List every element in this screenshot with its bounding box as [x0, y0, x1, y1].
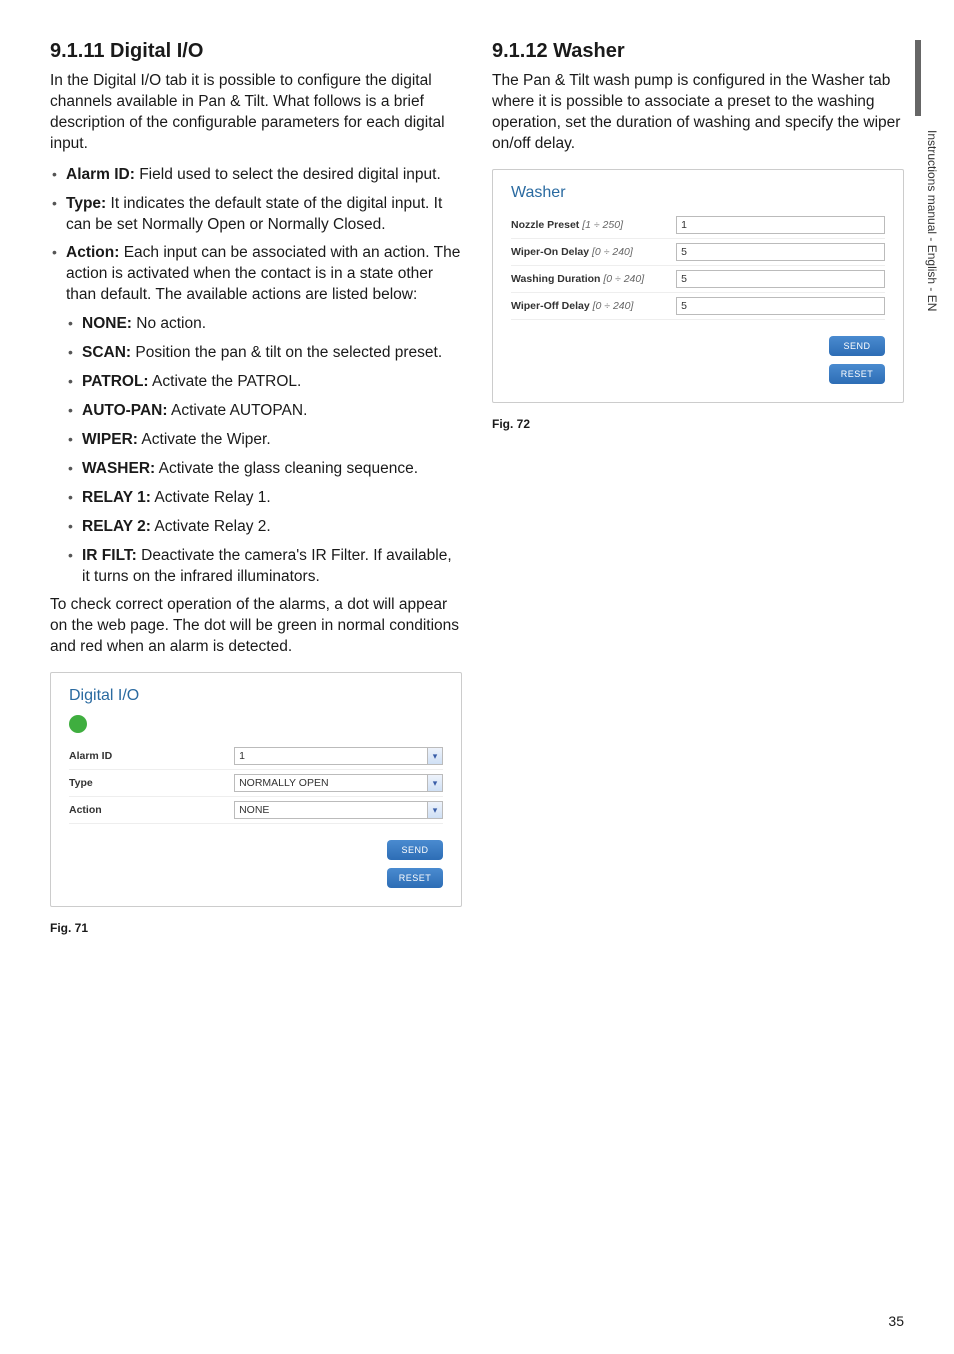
intro-left: In the Digital I/O tab it is possible to…: [50, 71, 462, 155]
list-item: PATROL: Activate the PATROL.: [66, 372, 462, 393]
desc: Activate Relay 2.: [151, 518, 271, 535]
term: RELAY 1:: [82, 489, 151, 506]
list-item: AUTO-PAN: Activate AUTOPAN.: [66, 401, 462, 422]
term: WIPER:: [82, 431, 138, 448]
param-list: Alarm ID: Field used to select the desir…: [50, 165, 462, 588]
form-row-action: Action NONE ▾: [69, 797, 443, 824]
term: IR FILT:: [82, 547, 137, 564]
list-item: Action: Each input can be associated wit…: [50, 243, 462, 587]
desc: No action.: [132, 315, 206, 332]
form-label: Wiper-On Delay [0 ÷ 240]: [511, 246, 668, 258]
side-tab-icon: [915, 40, 921, 116]
section-heading-right: 9.1.12 Washer: [492, 40, 904, 63]
chevron-down-icon: ▾: [427, 774, 443, 792]
list-item: WASHER: Activate the glass cleaning sequ…: [66, 459, 462, 480]
wiper-on-delay-input[interactable]: [676, 243, 885, 261]
desc: Activate the glass cleaning sequence.: [155, 460, 418, 477]
form-row-type: Type NORMALLY OPEN ▾: [69, 770, 443, 797]
form-label: Alarm ID: [69, 750, 226, 762]
desc: It indicates the default state of the di…: [66, 195, 442, 233]
term: Type:: [66, 195, 106, 212]
desc: Each input can be associated with an act…: [66, 244, 460, 303]
select-value: NORMALLY OPEN: [234, 774, 427, 792]
form-label: Action: [69, 804, 226, 816]
select-value: NONE: [234, 801, 427, 819]
desc: Activate AUTOPAN.: [168, 402, 308, 419]
washing-duration-input[interactable]: [676, 270, 885, 288]
term: Alarm ID:: [66, 166, 135, 183]
desc: Deactivate the camera's IR Filter. If av…: [82, 547, 452, 585]
form-row-wiper-on: Wiper-On Delay [0 ÷ 240]: [511, 239, 885, 266]
desc: Activate the Wiper.: [138, 431, 271, 448]
status-dot-icon: [69, 715, 87, 733]
figure-caption: Fig. 72: [492, 417, 904, 431]
form-row-nozzle: Nozzle Preset [1 ÷ 250]: [511, 212, 885, 239]
list-item: RELAY 2: Activate Relay 2.: [66, 517, 462, 538]
chevron-down-icon: ▾: [427, 747, 443, 765]
intro-right: The Pan & Tilt wash pump is configured i…: [492, 71, 904, 155]
desc: Position the pan & tilt on the selected …: [131, 344, 442, 361]
panel-title: Washer: [511, 184, 885, 202]
term: Action:: [66, 244, 119, 261]
list-item: RELAY 1: Activate Relay 1.: [66, 488, 462, 509]
form-row-alarm-id: Alarm ID 1 ▾: [69, 743, 443, 770]
side-label: Instructions manual - English - EN: [925, 130, 939, 311]
alarm-id-select[interactable]: 1 ▾: [234, 747, 443, 765]
list-item: WIPER: Activate the Wiper.: [66, 430, 462, 451]
term: SCAN:: [82, 344, 131, 361]
term: AUTO-PAN:: [82, 402, 168, 419]
wiper-off-delay-input[interactable]: [676, 297, 885, 315]
digital-io-panel: Digital I/O Alarm ID 1 ▾ Type NORMALLY O…: [50, 672, 462, 907]
list-item: Alarm ID: Field used to select the desir…: [50, 165, 462, 186]
desc: Activate the PATROL.: [149, 373, 302, 390]
form-label: Nozzle Preset [1 ÷ 250]: [511, 219, 668, 231]
washer-panel: Washer Nozzle Preset [1 ÷ 250] Wiper-On …: [492, 169, 904, 403]
term: PATROL:: [82, 373, 149, 390]
term: RELAY 2:: [82, 518, 151, 535]
chevron-down-icon: ▾: [427, 801, 443, 819]
desc: Field used to select the desired digital…: [135, 166, 441, 183]
send-button[interactable]: SEND: [829, 336, 885, 356]
form-row-wiper-off: Wiper-Off Delay [0 ÷ 240]: [511, 293, 885, 320]
section-heading-left: 9.1.11 Digital I/O: [50, 40, 462, 63]
term: NONE:: [82, 315, 132, 332]
form-label: Wiper-Off Delay [0 ÷ 240]: [511, 300, 668, 312]
panel-title: Digital I/O: [69, 687, 443, 705]
list-item: NONE: No action.: [66, 314, 462, 335]
form-row-washing-duration: Washing Duration [0 ÷ 240]: [511, 266, 885, 293]
list-item: Type: It indicates the default state of …: [50, 194, 462, 236]
desc: Activate Relay 1.: [151, 489, 271, 506]
term: WASHER:: [82, 460, 155, 477]
form-label: Type: [69, 777, 226, 789]
select-value: 1: [234, 747, 427, 765]
type-select[interactable]: NORMALLY OPEN ▾: [234, 774, 443, 792]
page-number: 35: [888, 1313, 904, 1329]
reset-button[interactable]: RESET: [387, 868, 443, 888]
figure-caption: Fig. 71: [50, 921, 462, 935]
reset-button[interactable]: RESET: [829, 364, 885, 384]
nozzle-preset-input[interactable]: [676, 216, 885, 234]
action-select[interactable]: NONE ▾: [234, 801, 443, 819]
outro-left: To check correct operation of the alarms…: [50, 595, 462, 658]
form-label: Washing Duration [0 ÷ 240]: [511, 273, 668, 285]
list-item: IR FILT: Deactivate the camera's IR Filt…: [66, 546, 462, 588]
action-list: NONE: No action. SCAN: Position the pan …: [66, 314, 462, 587]
list-item: SCAN: Position the pan & tilt on the sel…: [66, 343, 462, 364]
send-button[interactable]: SEND: [387, 840, 443, 860]
